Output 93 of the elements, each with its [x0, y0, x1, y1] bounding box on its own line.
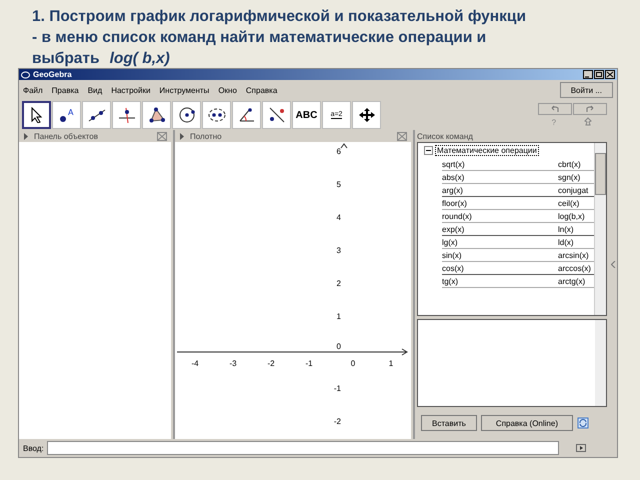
menu-item[interactable]: Окно	[218, 86, 237, 94]
menu-item[interactable]: Справка	[246, 86, 278, 94]
tool-button[interactable]: A	[52, 101, 81, 129]
y-tick-label: -2	[334, 417, 341, 426]
point-label: A	[68, 108, 73, 117]
command-item[interactable]: round(x)	[442, 212, 558, 220]
command-item[interactable]: abs(x)	[442, 172, 558, 182]
command-item[interactable]: cos(x)	[442, 264, 558, 272]
y-tick-label: -1	[334, 384, 341, 393]
panel-title: Полотно	[190, 132, 222, 140]
command-item[interactable]: conjugat	[558, 186, 588, 194]
x-tick-label: -2	[267, 359, 275, 368]
command-item[interactable]: log(b,x)	[558, 212, 585, 220]
vertical-scrollbar[interactable]	[594, 143, 606, 315]
maximize-icon[interactable]	[594, 70, 604, 79]
login-button[interactable]: Войти ...	[560, 82, 613, 98]
tool-button[interactable]	[262, 101, 291, 129]
y-tick-label: 0	[336, 342, 341, 351]
collapse-arrow-icon[interactable]	[23, 132, 29, 140]
command-item[interactable]: floor(x)	[442, 198, 558, 208]
expand-icon[interactable]	[576, 444, 586, 452]
tool-button[interactable]: ABC	[292, 101, 321, 129]
command-item[interactable]: arg(x)	[442, 186, 558, 194]
x-tick-label: -1	[305, 359, 313, 368]
redo-button[interactable]	[573, 103, 607, 115]
close-icon[interactable]	[605, 70, 615, 79]
command-item[interactable]: sqrt(x)	[442, 160, 558, 168]
command-item[interactable]: ld(x)	[558, 238, 574, 246]
menu-item[interactable]: Файл	[23, 86, 43, 94]
y-tick-label: 2	[336, 279, 341, 288]
vertical-scrollbar[interactable]	[595, 320, 606, 406]
tool-button[interactable]	[352, 101, 381, 129]
command-item[interactable]: lg(x)	[442, 238, 558, 246]
y-tick-label: 6	[336, 147, 341, 156]
window-title: GeoGebra	[33, 70, 72, 79]
y-tick-label: 1	[336, 312, 341, 321]
tool-button[interactable]	[22, 101, 51, 129]
minimize-icon[interactable]	[583, 70, 593, 79]
perpendicular-lines-icon	[118, 107, 136, 123]
line-icon	[88, 107, 106, 123]
collapse-arrow-icon[interactable]	[179, 132, 185, 140]
command-button[interactable]: Справка (Online)	[480, 415, 573, 431]
tool-button[interactable]	[82, 101, 111, 129]
x-tick-label: -3	[229, 359, 237, 368]
ellipse-icon	[208, 107, 226, 123]
undo-button[interactable]	[538, 103, 572, 115]
y-tick-label: 4	[336, 213, 341, 222]
x-tick-label: 0	[350, 359, 356, 368]
tool-button[interactable]	[112, 101, 141, 129]
cursor-icon	[28, 107, 44, 123]
menu-item[interactable]: Правка	[52, 86, 79, 94]
heading-line: - в меню список команд найти математические операции и	[32, 28, 488, 48]
command-item[interactable]: cbrt(x)	[558, 160, 581, 168]
tree-toggle-icon[interactable]	[424, 146, 433, 155]
menu-item[interactable]: Инструменты	[159, 86, 210, 94]
formula-text: log( b,x)	[110, 50, 170, 67]
menu-item[interactable]: Настройки	[111, 86, 150, 94]
command-item[interactable]: sgn(x)	[558, 172, 580, 182]
heading-line: 1. Построим график логарифмической и показательной функци	[32, 7, 527, 27]
refresh-icon[interactable]	[576, 417, 589, 429]
panel-title: Панель объектов	[34, 132, 98, 140]
y-tick-label: 5	[336, 180, 341, 189]
text-tool-label: ABC	[296, 110, 318, 120]
x-tick-label: 1	[388, 359, 394, 368]
command-item[interactable]: ceil(x)	[558, 198, 580, 208]
tool-button[interactable]	[142, 101, 171, 129]
tool-button[interactable]	[202, 101, 231, 129]
tool-button[interactable]	[172, 101, 201, 129]
move-arrows-icon	[358, 107, 376, 123]
input-field[interactable]	[46, 441, 559, 455]
command-item[interactable]: tg(x)	[442, 276, 558, 286]
app-logo-icon	[21, 70, 30, 78]
angle-icon	[238, 107, 256, 123]
command-item[interactable]: arcsin(x)	[558, 250, 589, 260]
panel-title: Список команд	[417, 132, 473, 140]
tool-button[interactable]	[232, 101, 261, 129]
command-item[interactable]: ln(x)	[558, 224, 574, 234]
command-item[interactable]: arccos(x)	[558, 264, 591, 272]
command-button[interactable]: Вставить	[421, 415, 477, 431]
circle-icon	[178, 107, 196, 123]
y-tick-label: 3	[336, 246, 341, 255]
x-tick-label: -4	[191, 359, 199, 368]
category-item[interactable]: Математические операции	[435, 145, 539, 156]
command-item[interactable]: exp(x)	[442, 224, 558, 234]
undo-icon	[550, 105, 560, 113]
menu-item[interactable]: Вид	[88, 86, 102, 94]
triangle-icon	[148, 107, 166, 123]
line-reflection-icon	[268, 107, 286, 123]
command-item[interactable]: sin(x)	[442, 250, 558, 260]
input-label: Ввод:	[23, 444, 44, 452]
redo-icon	[585, 105, 595, 113]
heading-line: выбрать	[32, 50, 100, 67]
command-item[interactable]: arctg(x)	[558, 276, 586, 286]
